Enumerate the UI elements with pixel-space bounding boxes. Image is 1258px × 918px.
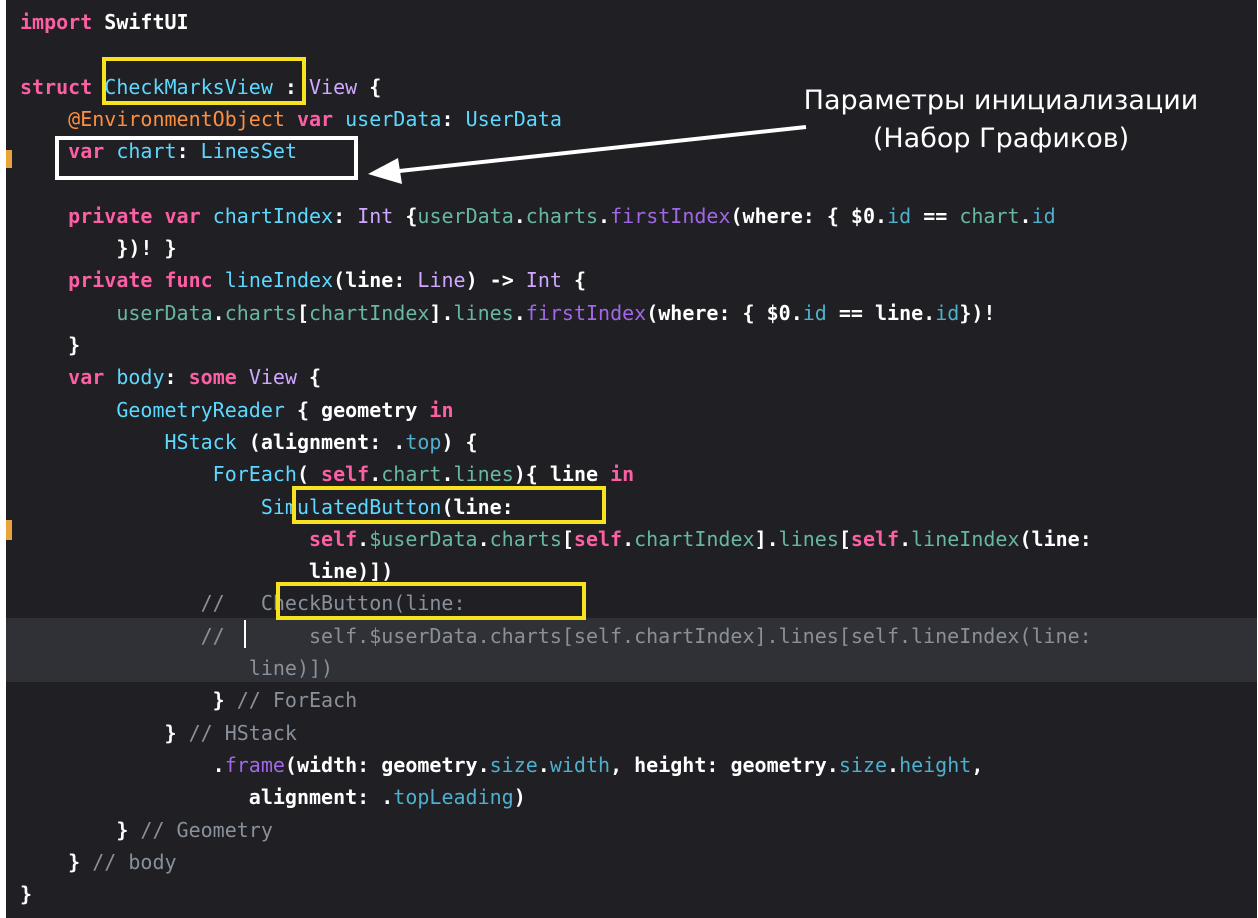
- code-editor[interactable]: import SwiftUI struct CheckMarksView : Vi…: [6, 0, 1257, 918]
- annotation-arrow-icon: [368, 125, 807, 184]
- screenshot-stage: import SwiftUI struct CheckMarksView : Vi…: [0, 0, 1258, 918]
